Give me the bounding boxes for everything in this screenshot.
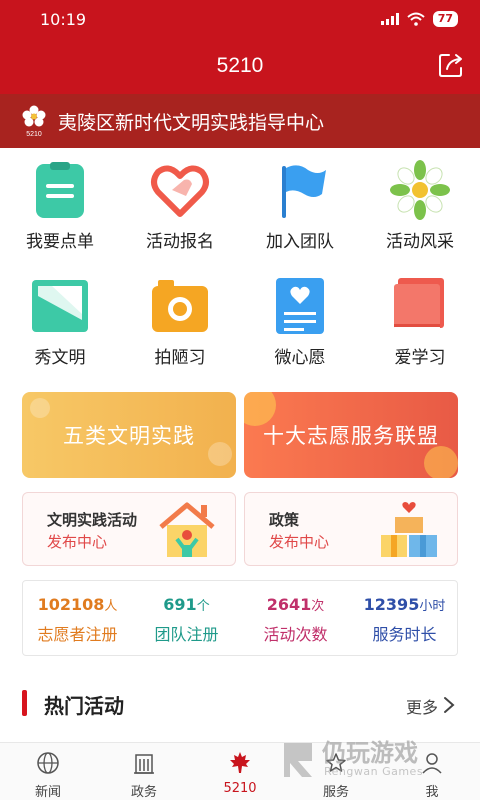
status-icons: 77 (380, 11, 458, 27)
grid-label: 活动报名 (146, 232, 214, 252)
tab-government[interactable]: 政务 (96, 743, 192, 800)
picture-icon (32, 280, 88, 332)
status-bar: 10:19 77 (0, 0, 480, 40)
grid-label: 微心愿 (274, 348, 326, 368)
org-name: 夷陵区新时代文明实践指导中心 (58, 112, 325, 134)
stat-label: 志愿者注册 (37, 625, 118, 644)
watermark: 仍玩游戏 Rengwan Games (278, 733, 458, 785)
grid-item-love-learning[interactable]: 爱学习 (360, 276, 480, 376)
signal-icon (380, 13, 399, 25)
more-link[interactable]: 更多 (406, 694, 438, 718)
watermark-title: 仍玩游戏 (322, 739, 418, 767)
card-title: 文明实践活动 (47, 511, 138, 529)
stat-service-hours[interactable]: 12395小时 服务时长 (350, 581, 459, 657)
stat-label: 团队注册 (154, 625, 219, 644)
tab-news[interactable]: 新闻 (0, 743, 96, 800)
card-subtitle: 发布中心 (47, 533, 108, 551)
top-nav-bar: 5210 (0, 40, 480, 94)
clipboard-icon (36, 162, 84, 218)
grid-label: 我要点单 (26, 232, 94, 252)
five-civility-practice-card[interactable]: 五类文明实践 (22, 392, 236, 478)
maple-leaf-icon (230, 752, 250, 773)
grid-label: 秀文明 (34, 348, 86, 368)
card-title: 政策 (269, 511, 300, 529)
practice-activity-publish-card[interactable]: 文明实践活动 发布中心 (22, 492, 236, 566)
grid-label: 拍陋习 (154, 348, 206, 368)
globe-icon (37, 752, 59, 774)
camera-icon (152, 280, 208, 332)
house-icon (159, 502, 215, 557)
battery-indicator: 77 (432, 11, 458, 27)
grid-item-micro-wish[interactable]: 微心愿 (240, 276, 360, 376)
stat-label: 活动次数 (263, 625, 328, 644)
grid-item-signup[interactable]: 活动报名 (120, 160, 240, 260)
watermark-logo-icon (284, 743, 312, 777)
stats-panel: 102108人 志愿者注册 691个 团队注册 2641次 活动次数 12395… (22, 580, 458, 656)
grid-label: 活动风采 (386, 232, 454, 252)
hot-activities-header: 热门活动 更多 (0, 686, 480, 726)
org-logo-icon: 5210 (22, 105, 46, 138)
svg-text:5210: 5210 (26, 131, 42, 138)
grid-label: 爱学习 (394, 348, 446, 368)
grid-item-show-civility[interactable]: 秀文明 (0, 276, 120, 376)
tab-5210[interactable]: 5210 (192, 743, 288, 800)
grid-item-report-bad-habit[interactable]: 拍陋习 (120, 276, 240, 376)
gift-box-icon (381, 502, 437, 557)
book-icon (394, 278, 444, 334)
ten-volunteer-alliance-card[interactable]: 十大志愿服务联盟 (244, 392, 458, 478)
org-banner: 5210 夷陵区新时代文明实践指导中心 (0, 94, 480, 148)
heart-hand-icon (151, 165, 209, 217)
stat-label: 服务时长 (372, 625, 437, 644)
policy-publish-card[interactable]: 政策 发布中心 (244, 492, 458, 566)
card-label: 十大志愿服务联盟 (263, 424, 439, 448)
grid-item-highlights[interactable]: 活动风采 (360, 160, 480, 260)
tab-label: 新闻 (34, 785, 61, 800)
flower-icon (390, 160, 450, 220)
wifi-icon (407, 12, 425, 26)
stat-volunteers[interactable]: 102108人 志愿者注册 (23, 581, 132, 657)
wish-card-icon (276, 278, 324, 334)
stat-activities[interactable]: 2641次 活动次数 (241, 581, 350, 657)
tab-label: 政务 (130, 785, 157, 800)
flag-icon (282, 165, 326, 218)
grid-label: 加入团队 (266, 232, 334, 252)
section-title: 热门活动 (44, 694, 124, 718)
stat-value: 12395小时 (363, 595, 446, 614)
building-icon (134, 754, 154, 774)
page-title: 5210 (216, 54, 264, 77)
status-time: 10:19 (40, 10, 87, 29)
card-subtitle: 发布中心 (269, 533, 330, 551)
stat-teams[interactable]: 691个 团队注册 (132, 581, 241, 657)
stat-value: 102108人 (37, 595, 118, 614)
section-accent-bar (22, 690, 27, 716)
stat-value: 691个 (163, 595, 210, 614)
tab-label: 5210 (223, 781, 257, 796)
stat-value: 2641次 (266, 595, 325, 614)
share-icon[interactable] (436, 50, 466, 80)
watermark-subtitle: Rengwan Games (324, 765, 424, 778)
grid-item-order[interactable]: 我要点单 (0, 160, 120, 260)
grid-item-join-team[interactable]: 加入团队 (240, 160, 360, 260)
card-label: 五类文明实践 (63, 424, 195, 448)
chevron-right-icon[interactable] (442, 696, 456, 714)
